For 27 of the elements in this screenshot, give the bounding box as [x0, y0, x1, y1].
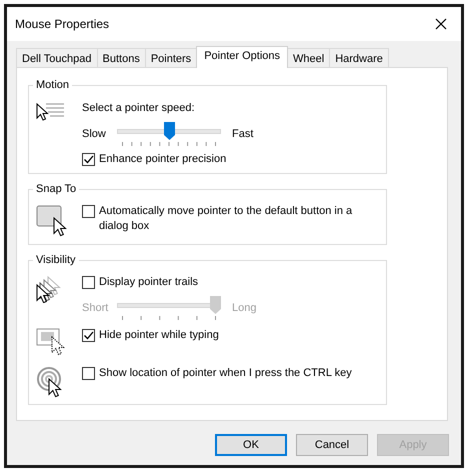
group-title: Visibility	[33, 252, 79, 268]
checkbox-label[interactable]: Show location of pointer when I press the CTRL key	[99, 366, 364, 381]
window-title: Mouse Properties	[15, 17, 110, 31]
prompt-label: Select a pointer speed:	[82, 101, 196, 116]
tab[interactable]: Pointer Options	[196, 46, 288, 68]
slider[interactable]	[117, 296, 221, 314]
slider-max-label: Fast	[232, 127, 254, 142]
dialog-button[interactable]: OK	[215, 434, 287, 456]
slider-min-label: Slow	[82, 127, 107, 142]
checkbox-label[interactable]: Automatically move pointer to the default button in a dialog box	[99, 204, 364, 234]
checkbox[interactable]	[82, 153, 95, 166]
slider-min-label: Short	[82, 301, 110, 316]
group-title: Snap To	[33, 181, 80, 197]
slider-thumb[interactable]	[164, 122, 174, 140]
slider[interactable]	[117, 122, 221, 140]
checkbox-label[interactable]: Enhance pointer precision	[99, 152, 364, 167]
checkbox-label[interactable]: Display pointer trails	[99, 275, 364, 290]
tab[interactable]: Dell Touchpad	[16, 48, 98, 67]
checkbox[interactable]	[82, 205, 95, 218]
slider-max-label: Long	[232, 301, 256, 316]
close-icon	[435, 18, 447, 30]
checkbox[interactable]	[82, 367, 95, 380]
checkbox[interactable]	[82, 329, 95, 342]
checkbox-label[interactable]: Hide pointer while typing	[99, 328, 364, 343]
dialog-button[interactable]: Cancel	[296, 434, 368, 456]
checkbox[interactable]	[82, 276, 95, 289]
tab[interactable]: Hardware	[329, 48, 389, 67]
